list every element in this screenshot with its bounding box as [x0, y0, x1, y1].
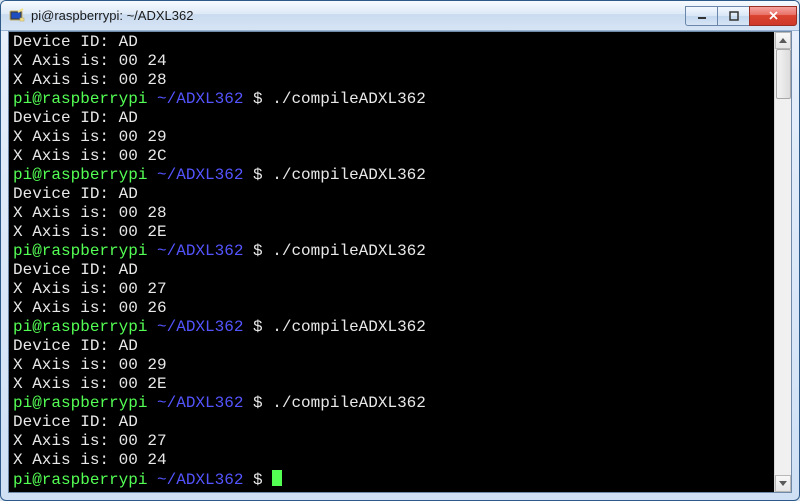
close-button[interactable]	[749, 6, 797, 26]
window-title: pi@raspberrypi: ~/ADXL362	[31, 8, 679, 23]
cursor	[272, 470, 282, 486]
maximize-button[interactable]	[717, 6, 749, 26]
scroll-up-button[interactable]	[775, 32, 791, 49]
client-area: Device ID: ADX Axis is: 00 24X Axis is: …	[8, 31, 792, 493]
terminal-output[interactable]: Device ID: ADX Axis is: 00 24X Axis is: …	[9, 32, 774, 492]
scroll-down-button[interactable]	[775, 475, 791, 492]
minimize-button[interactable]	[685, 6, 717, 26]
scroll-thumb[interactable]	[776, 49, 791, 99]
scrollbar[interactable]	[774, 32, 791, 492]
terminal-window: pi@raspberrypi: ~/ADXL362 Device ID: ADX…	[0, 0, 800, 501]
titlebar[interactable]: pi@raspberrypi: ~/ADXL362	[1, 1, 799, 31]
window-buttons	[685, 6, 797, 26]
putty-icon	[9, 8, 25, 24]
